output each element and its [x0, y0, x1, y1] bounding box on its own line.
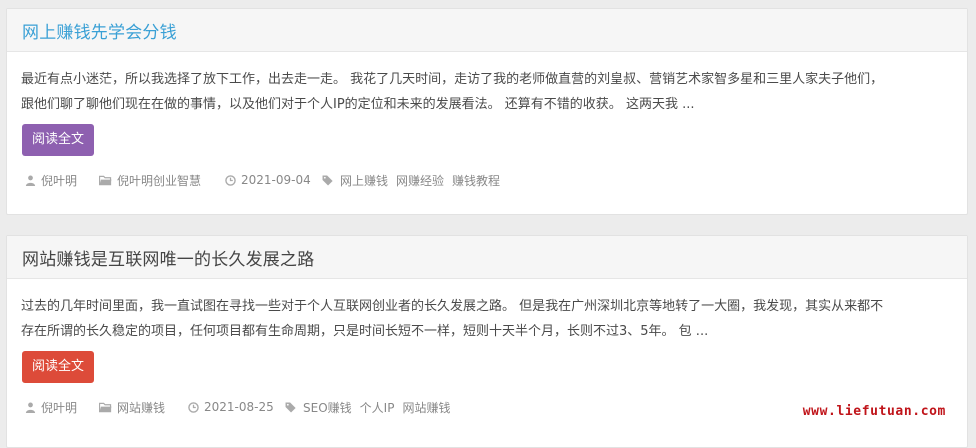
post-author[interactable]: 倪叶明	[41, 399, 77, 416]
post-date: 2021-08-25	[204, 400, 274, 414]
post-tag[interactable]: 赚钱教程	[452, 172, 500, 189]
post-title-link[interactable]: 网站赚钱是互联网唯一的长久发展之路	[22, 245, 314, 270]
post-tag[interactable]: 网上赚钱	[340, 172, 388, 189]
read-more-button[interactable]: 阅读全文	[22, 351, 95, 383]
post-tag[interactable]: 网站赚钱	[402, 399, 450, 416]
post-card: 网上赚钱先学会分钱 最近有点小迷茫，所以我选择了放下工作，出去走一走。 我花了几…	[6, 8, 968, 215]
excerpt-line: 最近有点小迷茫，所以我选择了放下工作，出去走一走。 我花了几天时间，走访了我的老…	[21, 72, 884, 87]
site-watermark: www.liefutuan.com	[802, 404, 946, 419]
folder-icon	[99, 175, 112, 185]
excerpt-line: 跟他们聊了聊他们现在在做的事情，以及他们对于个人IP的定位和未来的发展看法。 还…	[21, 97, 695, 112]
folder-icon	[99, 402, 112, 412]
post-excerpt: 最近有点小迷茫，所以我选择了放下工作，出去走一走。 我花了几天时间，走访了我的老…	[7, 67, 967, 117]
excerpt-line: 过去的几年时间里面，我一直试图在寻找一些对于个人互联网创业者的长久发展之路。 但…	[21, 299, 884, 314]
post-header: 网站赚钱是互联网唯一的长久发展之路	[7, 236, 967, 279]
user-icon	[25, 402, 36, 413]
post-meta: 倪叶明 倪叶明创业智慧 2021-09-04 网上赚钱 网赚经验 赚钱教程	[7, 171, 967, 189]
post-author[interactable]: 倪叶明	[41, 172, 77, 189]
tags-icon	[285, 401, 296, 413]
post-category[interactable]: 网站赚钱	[117, 399, 165, 416]
read-more-button[interactable]: 阅读全文	[22, 124, 95, 156]
user-icon	[25, 175, 36, 186]
tags-icon	[322, 174, 333, 186]
post-header: 网上赚钱先学会分钱	[7, 9, 967, 52]
post-tag[interactable]: 网赚经验	[396, 172, 444, 189]
clock-icon	[225, 174, 236, 186]
post-title-link[interactable]: 网上赚钱先学会分钱	[22, 18, 177, 43]
post-excerpt: 过去的几年时间里面，我一直试图在寻找一些对于个人互联网创业者的长久发展之路。 但…	[7, 294, 967, 344]
post-date: 2021-09-04	[241, 173, 311, 187]
clock-icon	[188, 401, 199, 413]
post-tag[interactable]: 个人IP	[360, 399, 395, 416]
post-category[interactable]: 倪叶明创业智慧	[117, 172, 201, 189]
post-tag[interactable]: SEO赚钱	[303, 399, 352, 416]
excerpt-line: 存在所谓的长久稳定的项目，任何项目都有生命周期，只是时间长短不一样，短则十天半个…	[21, 324, 709, 339]
